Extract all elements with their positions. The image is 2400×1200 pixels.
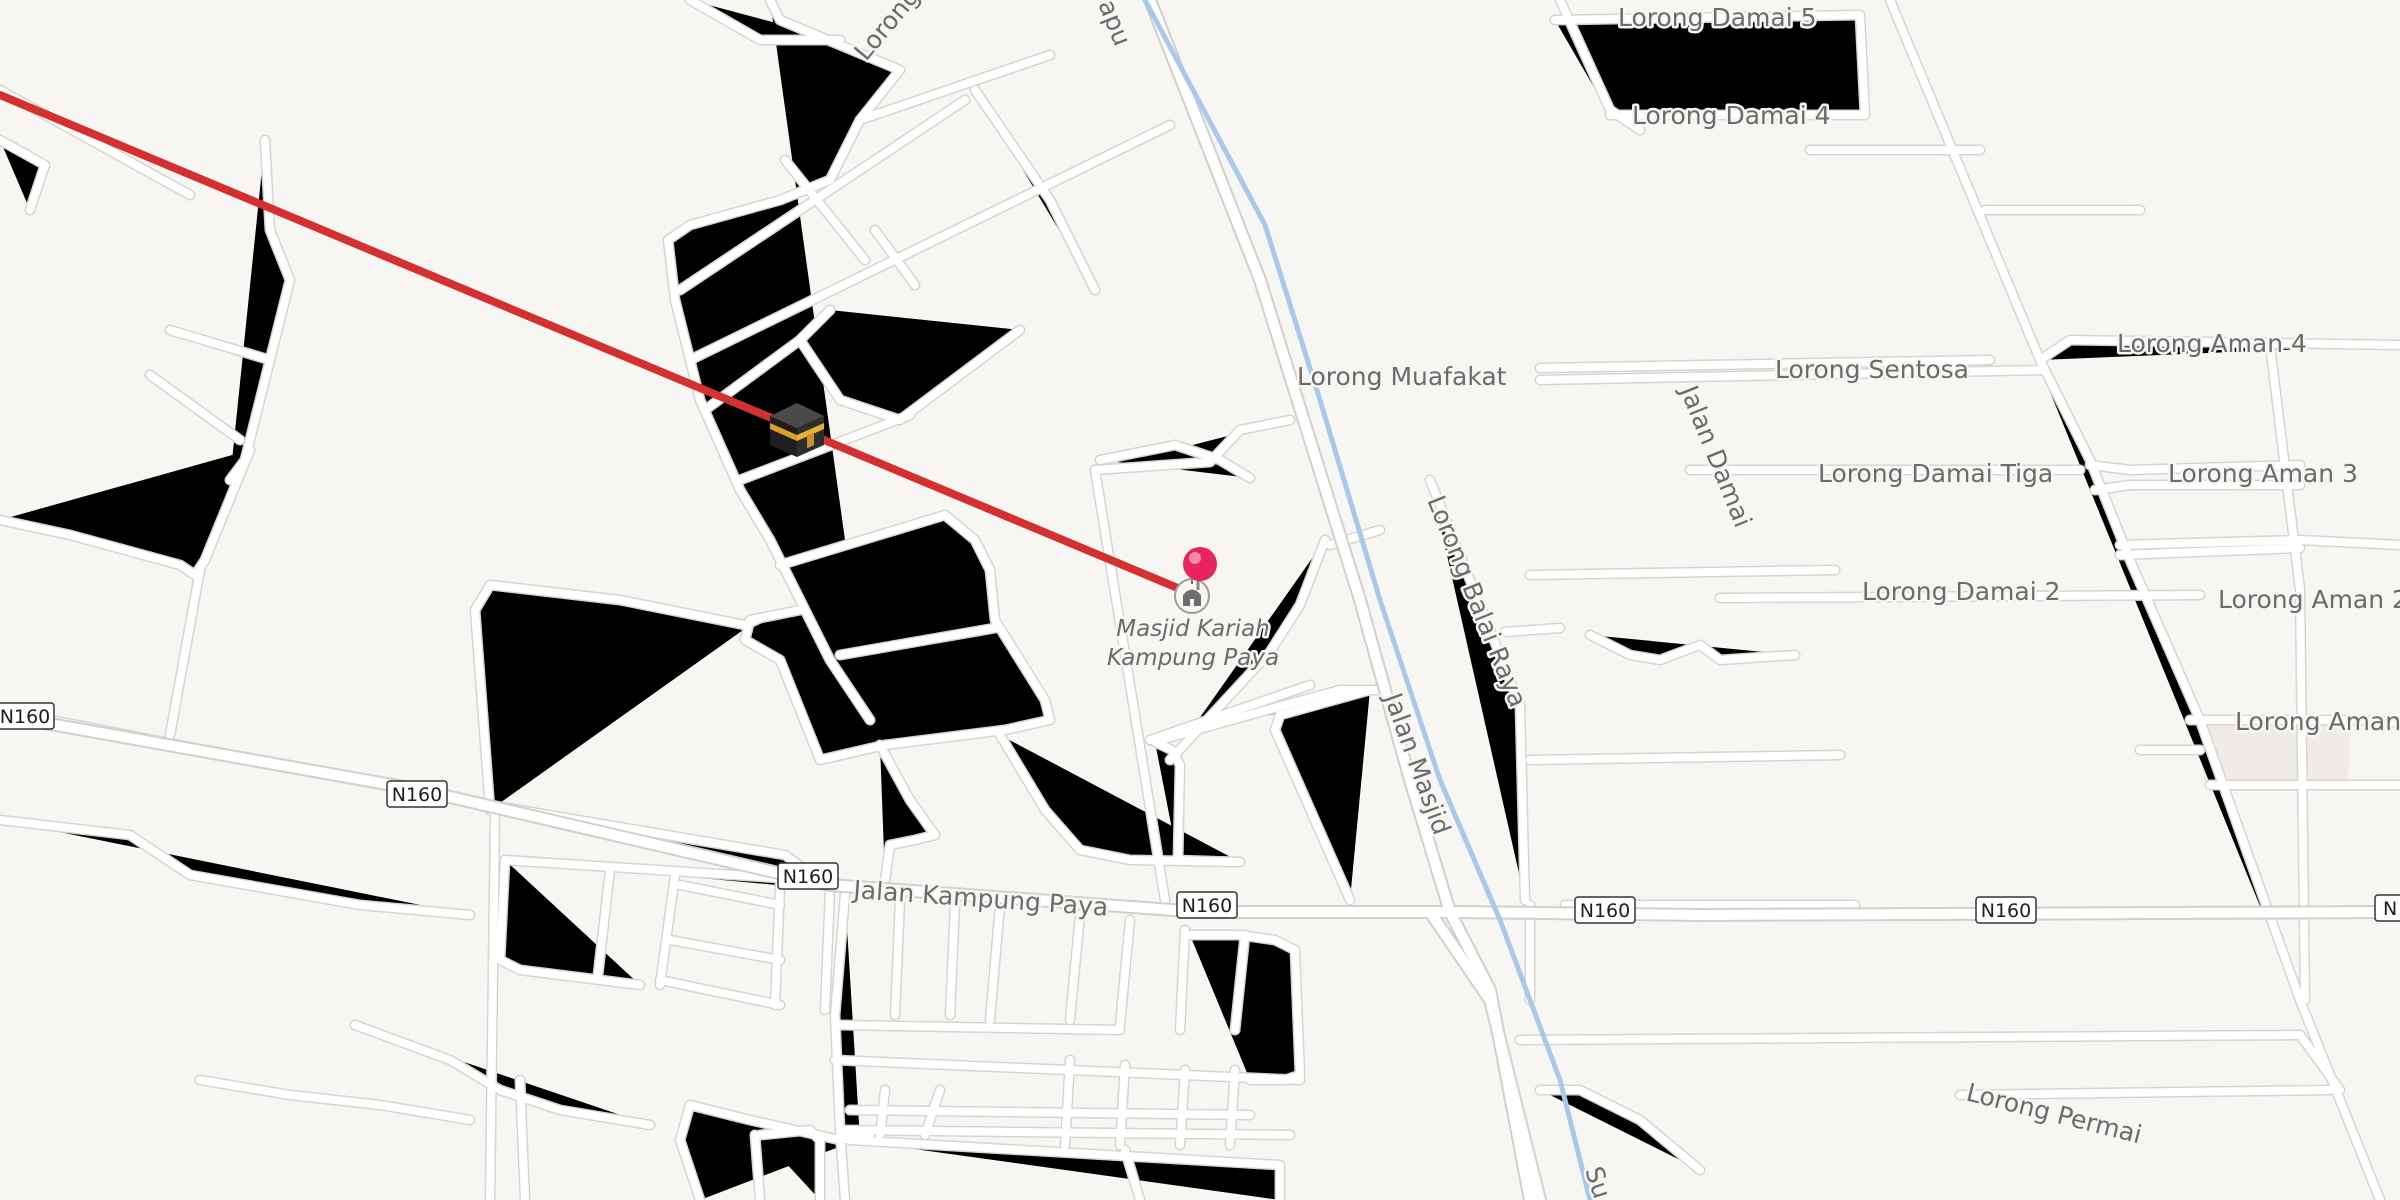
route-shield: N160 <box>1574 896 1636 924</box>
mosque-icon[interactable] <box>1174 578 1210 614</box>
route-shield: N160 <box>386 780 448 808</box>
street-label-lorong-damai-4: Lorong Damai 4 <box>1632 101 1831 130</box>
map-canvas[interactable]: Lorong Damai 5 Lorong Damai 4 Lorong Mua… <box>0 0 2400 1200</box>
svg-text:N160: N160 <box>1981 900 2031 922</box>
street-label-lorong-damai-tiga: Lorong Damai Tiga <box>1818 459 2053 488</box>
mosque-label-line1[interactable]: Masjid Kariah <box>1114 614 1273 645</box>
mosque-label-line2[interactable]: Kampung Paya <box>1104 643 1281 674</box>
svg-text:N160: N160 <box>0 706 50 728</box>
svg-text:N160: N160 <box>1580 900 1630 922</box>
route-shield: N160 <box>1176 891 1238 919</box>
street-label-lorong-sentosa: Lorong Sentosa <box>1775 355 1969 384</box>
street-label-lorong-damai-5: Lorong Damai 5 <box>1618 3 1817 32</box>
street-label-lorong-aman: Lorong Aman <box>2235 707 2400 736</box>
route-shield: N160 <box>1975 896 2037 924</box>
map-svg[interactable]: Lorong Damai 5 Lorong Damai 4 Lorong Mua… <box>0 0 2400 1200</box>
svg-text:N: N <box>2383 898 2397 920</box>
street-label-lorong-damai-2: Lorong Damai 2 <box>1862 577 2061 606</box>
street-label-lorong-muafakat: Lorong Muafakat <box>1297 362 1507 391</box>
svg-text:N160: N160 <box>392 784 442 806</box>
svg-text:N160: N160 <box>783 866 833 888</box>
route-shield: N160 <box>0 702 55 730</box>
svg-text:N160: N160 <box>1182 895 1232 917</box>
street-label-lorong-aman-4: Lorong Aman 4 <box>2117 329 2307 358</box>
route-shield-partial: N <box>2374 894 2400 922</box>
street-label-lorong-aman-3: Lorong Aman 3 <box>2168 459 2358 488</box>
street-label-lorong-aman-2: Lorong Aman 2 <box>2218 585 2400 614</box>
route-shield: N160 <box>777 862 839 890</box>
